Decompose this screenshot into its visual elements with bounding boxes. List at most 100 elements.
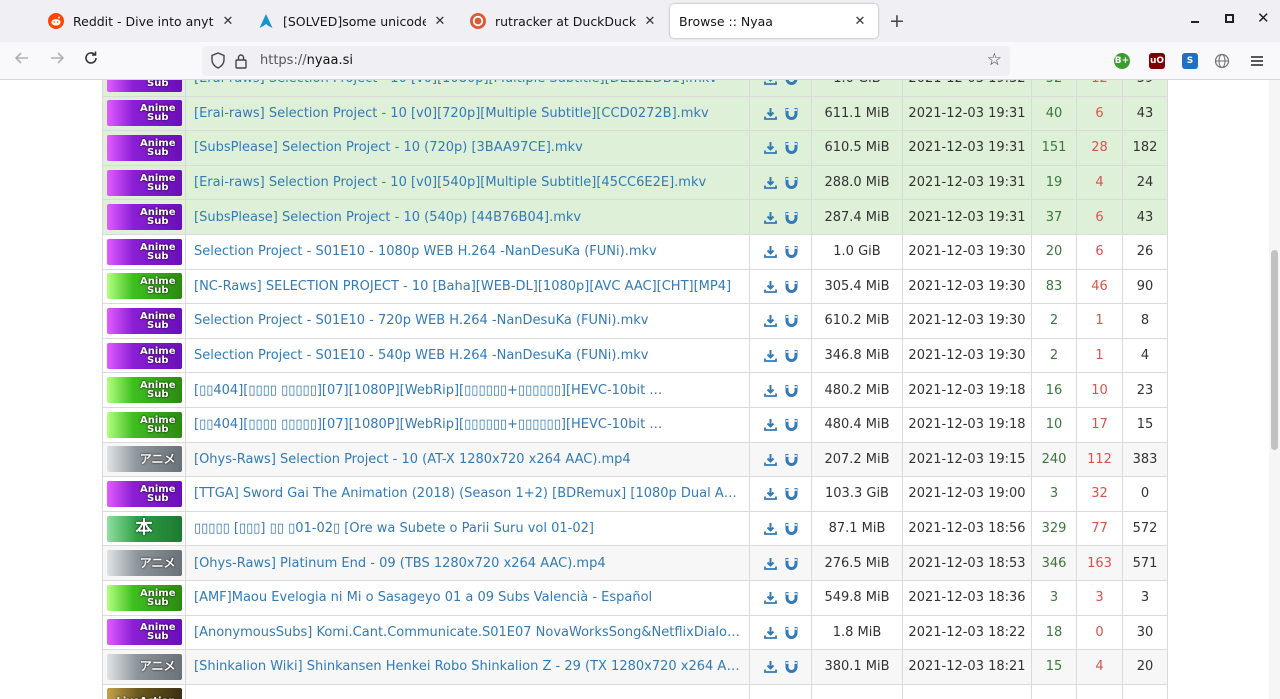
- close-tab-icon[interactable]: ✕: [432, 14, 448, 29]
- magnet-icon[interactable]: [785, 80, 798, 86]
- category-badge[interactable]: AnimeSub: [106, 377, 182, 404]
- download-icon[interactable]: [763, 314, 777, 328]
- download-icon[interactable]: [763, 80, 777, 86]
- page-scrollbar[interactable]: [1269, 80, 1280, 699]
- download-icon[interactable]: [763, 384, 777, 397]
- magnet-icon[interactable]: [785, 211, 798, 224]
- magnet-icon[interactable]: [785, 487, 798, 501]
- download-icon[interactable]: [763, 245, 777, 259]
- download-icon[interactable]: [763, 280, 777, 293]
- download-icon[interactable]: [763, 557, 777, 570]
- magnet-icon[interactable]: [785, 176, 798, 190]
- category-badge[interactable]: AnimeSub: [106, 273, 182, 300]
- torrent-name-link[interactable]: [SubsPlease] Selection Project - 10 (720…: [194, 140, 741, 155]
- torrent-name-link[interactable]: [NC-Raws] SELECTION PROJECT - 10 [Baha][…: [194, 279, 741, 294]
- download-icon[interactable]: [763, 487, 777, 501]
- download-icon[interactable]: [763, 453, 777, 466]
- close-tab-icon[interactable]: ✕: [852, 14, 868, 29]
- category-badge[interactable]: アニメ: [106, 550, 182, 577]
- magnet-icon[interactable]: [785, 418, 798, 432]
- torrent-name-link[interactable]: [AMF]Maou Evelogia ni Mi o Sasageyo 01 a…: [194, 590, 741, 605]
- torrent-name-link[interactable]: [▯▯404][▯▯▯▯ ▯▯▯▯▯][07][1080P][WebRip][▯…: [194, 417, 741, 432]
- s-extension-icon[interactable]: S: [1182, 53, 1198, 69]
- torrent-name-link[interactable]: [SubsPlease] Selection Project - 10 (540…: [194, 210, 741, 225]
- category-badge[interactable]: AnimeSub: [106, 169, 182, 196]
- category-badge[interactable]: 本: [106, 515, 182, 542]
- maximize-icon[interactable]: [1225, 10, 1235, 28]
- category-badge[interactable]: AnimeSub: [106, 134, 182, 161]
- download-icon[interactable]: [763, 522, 777, 535]
- magnet-icon[interactable]: [785, 384, 798, 397]
- scrollbar-thumb[interactable]: [1271, 250, 1278, 450]
- category-badge[interactable]: AnimeSub: [106, 238, 182, 265]
- close-window-icon[interactable]: ✕: [1257, 9, 1270, 27]
- torrent-name-link[interactable]: [Ohys-Raws] Platinum End - 09 (TBS 1280x…: [194, 556, 741, 571]
- torrent-name-link[interactable]: [Erai-raws] Selection Project - 10 [v0][…: [194, 175, 741, 190]
- magnet-icon[interactable]: [785, 591, 798, 605]
- category-badge[interactable]: アニメ: [106, 446, 182, 473]
- category-badge[interactable]: AnimeSub: [106, 619, 182, 646]
- torrent-name-link[interactable]: ▯▯▯▯▯ [▯▯▯] ▯▯ ▯01-02▯ [Ore wa Subete o …: [194, 521, 741, 536]
- torrent-name-link[interactable]: Selection Project - S01E10 - 540p WEB H.…: [194, 348, 741, 363]
- torrent-name-link[interactable]: [Erai-raws] Selection Project - 10 [v0][…: [194, 106, 741, 121]
- minimize-icon[interactable]: [1191, 10, 1201, 28]
- magnet-icon[interactable]: [785, 626, 798, 639]
- torrent-name-link[interactable]: [Erai-raws] Selection Project - 10 [v0][…: [194, 80, 741, 86]
- forward-arrow-icon[interactable]: [49, 50, 65, 71]
- download-icon[interactable]: [763, 591, 777, 605]
- download-icon[interactable]: [763, 176, 777, 189]
- download-icon[interactable]: [763, 107, 777, 120]
- category-badge[interactable]: AnimeSub: [106, 80, 182, 92]
- torrent-name-link[interactable]: Selection Project - S01E10 - 1080p WEB H…: [194, 244, 741, 259]
- ublock-origin-icon[interactable]: uO: [1149, 53, 1165, 69]
- magnet-icon[interactable]: [785, 660, 798, 674]
- magnet-icon[interactable]: [785, 107, 798, 120]
- reload-icon[interactable]: [83, 50, 99, 71]
- torrent-name-link[interactable]: [Ohys-Raws] Selection Project - 10 (AT-X…: [194, 452, 741, 467]
- download-icon[interactable]: [763, 211, 777, 224]
- magnet-icon[interactable]: [785, 557, 798, 570]
- torrent-name-link[interactable]: [Shinkalion Wiki] Shinkansen Henkei Robo…: [194, 659, 741, 674]
- torrent-name-link[interactable]: [TTGA] Sword Gai The Animation (2018) (S…: [194, 486, 741, 501]
- category-badge[interactable]: AnimeSub: [106, 204, 182, 231]
- torrent-name-link[interactable]: [AnonymousSubs] Komi.Cant.Communicate.S0…: [194, 625, 741, 640]
- download-icon[interactable]: [763, 349, 777, 362]
- category-badge[interactable]: AnimeSub: [106, 411, 182, 438]
- category-badge[interactable]: AnimeSub: [106, 342, 182, 369]
- torrent-name-link[interactable]: [▯▯404][▯▯▯▯ ▯▯▯▯▯][07][1080P][WebRip][▯…: [194, 383, 741, 398]
- category-badge[interactable]: AnimeSub: [106, 584, 182, 611]
- magnet-icon[interactable]: [785, 245, 798, 259]
- magnet-icon[interactable]: [785, 314, 798, 328]
- magnet-icon[interactable]: [785, 141, 798, 155]
- close-tab-icon[interactable]: ✕: [642, 14, 658, 29]
- close-tab-icon[interactable]: ✕: [220, 14, 236, 29]
- tab-reddit[interactable]: Reddit - Dive into anything ✕: [38, 4, 246, 38]
- new-tab-button[interactable]: +: [889, 11, 905, 31]
- category-badge[interactable]: AnimeSub: [106, 480, 182, 507]
- magnet-icon[interactable]: [785, 453, 798, 466]
- download-icon[interactable]: [763, 626, 777, 639]
- tab-nyaa[interactable]: Browse :: Nyaa ✕: [670, 4, 878, 38]
- category-badge[interactable]: AnimeSub: [106, 307, 182, 334]
- tracking-protection-icon[interactable]: [210, 52, 226, 73]
- magnet-icon[interactable]: [785, 522, 798, 535]
- download-icon[interactable]: [763, 418, 777, 432]
- download-icon[interactable]: [763, 660, 777, 674]
- hamburger-menu-icon[interactable]: [1249, 53, 1265, 69]
- address-bar[interactable]: https://nyaa.si ☆: [202, 46, 1010, 76]
- back-arrow-icon[interactable]: [14, 50, 30, 71]
- globe-icon[interactable]: [1214, 53, 1230, 69]
- url-text[interactable]: https://nyaa.si: [260, 53, 353, 68]
- category-badge[interactable]: LiveAction: [106, 688, 182, 699]
- magnet-icon[interactable]: [785, 280, 798, 293]
- magnet-icon[interactable]: [785, 349, 798, 363]
- category-badge[interactable]: AnimeSub: [106, 100, 182, 127]
- torrent-name-link[interactable]: Selection Project - S01E10 - 720p WEB H.…: [194, 313, 741, 328]
- bookmark-star-icon[interactable]: ☆: [987, 50, 1002, 70]
- category-badge[interactable]: アニメ: [106, 653, 182, 680]
- lock-icon[interactable]: [234, 53, 248, 73]
- tab-arch-forum[interactable]: [SOLVED]some unicode cha ✕: [248, 4, 458, 38]
- b-plus-extension-icon[interactable]: B+: [1114, 53, 1130, 69]
- tab-duckduckgo[interactable]: rutracker at DuckDuckGo ✕: [460, 4, 668, 38]
- download-icon[interactable]: [763, 141, 777, 155]
